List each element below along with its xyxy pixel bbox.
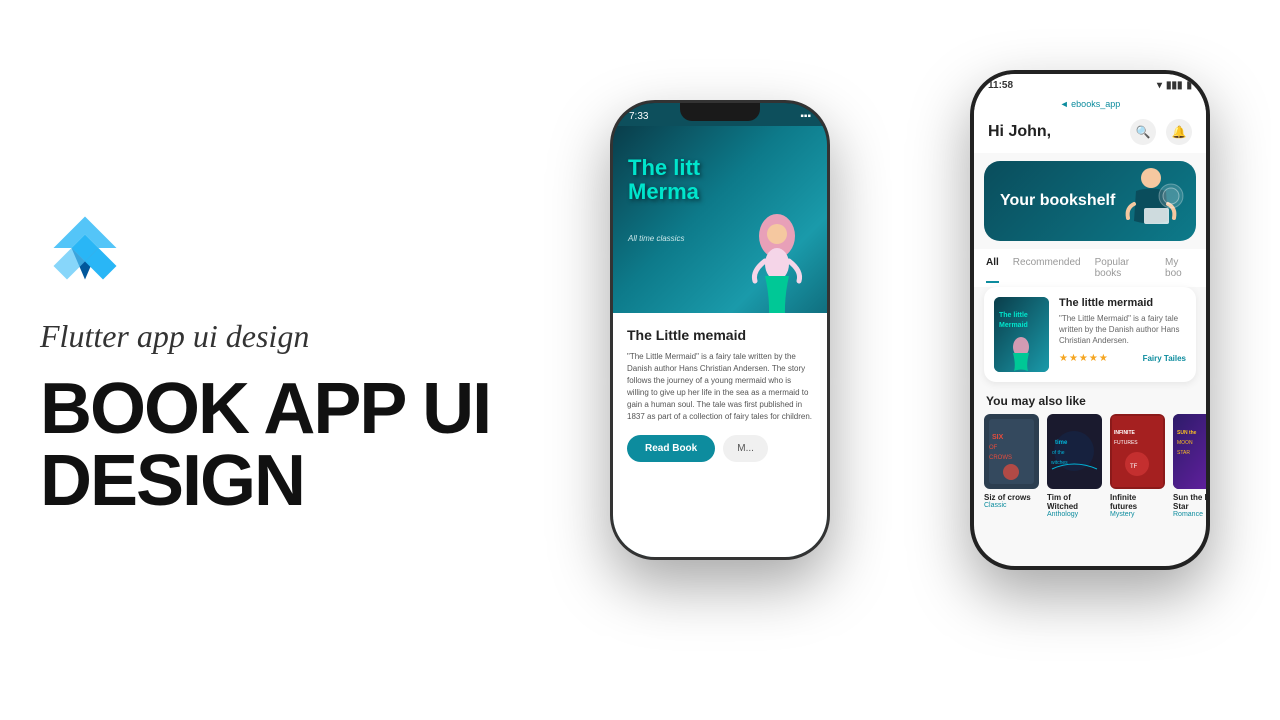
subtitle-text: Flutter app ui design [40, 318, 520, 355]
book-item-title-2: Tim of Witched [1047, 493, 1102, 511]
book-item-genre-4: Romance [1173, 511, 1206, 518]
left-section: Flutter app ui design BOOK APP UI DESIGN [40, 203, 520, 517]
book-card-title: The little mermaid [1059, 297, 1186, 309]
book-item-title-1: Siz of crows [984, 493, 1039, 502]
flutter-logo [40, 203, 520, 308]
also-like-books: SIX OF CROWS Siz of crows Classic [974, 414, 1206, 518]
svg-text:OF: OF [989, 445, 998, 451]
phone-front-status-bar: 11:58 ▾ ▮▮▮ ▮ [974, 74, 1206, 97]
notification-button[interactable]: 🔔 [1166, 119, 1192, 145]
book-detail-desc: "The Little Mermaid" is a fairy tale wri… [627, 351, 813, 423]
book-detail-title: The Little memaid [627, 327, 813, 343]
read-book-button[interactable]: Read Book [627, 435, 715, 462]
more-button[interactable]: M... [723, 435, 768, 462]
tabs-row: All Recommended Popular books My boo [974, 249, 1206, 287]
tab-all[interactable]: All [986, 257, 999, 283]
search-button[interactable]: 🔍 [1130, 119, 1156, 145]
tab-recommended[interactable]: Recommended [1013, 257, 1081, 283]
svg-text:FUTURES: FUTURES [1114, 440, 1138, 446]
home-header: Hi John, 🔍 🔔 [974, 111, 1206, 153]
book-card-desc: "The Little Mermaid" is a fairy tale wri… [1059, 313, 1186, 347]
book-item-genre-1: Classic [984, 502, 1039, 509]
status-icons: ▾ ▮▮▮ ▮ [1157, 80, 1192, 91]
svg-text:The little: The little [999, 312, 1028, 319]
battery-icon: ▮ [1186, 80, 1192, 91]
book-hero-subtitle: All time classics [628, 234, 684, 243]
bookshelf-figure [1116, 166, 1186, 241]
phone-back-notch [680, 103, 760, 121]
featured-book-cover: The little Mermaid [994, 297, 1049, 372]
book-card-meta: ★★★★★ Fairy Tailes [1059, 353, 1186, 364]
phone-back-time: 7:33 [629, 111, 648, 122]
list-item[interactable]: SIX OF CROWS Siz of crows Classic [984, 414, 1039, 518]
phone-front-screen: 11:58 ▾ ▮▮▮ ▮ ◄ ebooks_app Hi John, 🔍 🔔 [974, 74, 1206, 566]
phone-back: 7:33 ▪▪▪ The littMerma All time classics [610, 100, 830, 560]
phone-front: 11:58 ▾ ▮▮▮ ▮ ◄ ebooks_app Hi John, 🔍 🔔 [970, 70, 1210, 570]
svg-text:INFINITE: INFINITE [1114, 430, 1135, 436]
book-stars: ★★★★★ [1059, 353, 1109, 364]
svg-text:CROWS: CROWS [989, 455, 1012, 461]
bookshelf-text: Your bookshelf [1000, 191, 1115, 210]
featured-book-card: The little Mermaid The little mermaid "T… [984, 287, 1196, 382]
book-item-genre-2: Anthology [1047, 511, 1102, 518]
phone-back-status-icons: ▪▪▪ [800, 111, 811, 122]
svg-text:STAR: STAR [1177, 450, 1190, 456]
main-title: BOOK APP UI DESIGN [40, 373, 520, 517]
book-cover-3: INFINITE FUTURES TF [1110, 414, 1165, 489]
title-line1: BOOK APP UI [40, 369, 490, 449]
tab-popular[interactable]: Popular books [1095, 257, 1151, 283]
phones-section: 7:33 ▪▪▪ The littMerma All time classics [560, 20, 1240, 700]
bookshelf-banner[interactable]: Your bookshelf [984, 161, 1196, 241]
tab-my-books[interactable]: My boo [1165, 257, 1194, 283]
phone-back-screen: 7:33 ▪▪▪ The littMerma All time classics [613, 103, 827, 557]
list-item[interactable]: time of the witches Tim of Witched Antho… [1047, 414, 1102, 518]
book-item-title-4: Sun the Moon Star [1173, 493, 1206, 511]
home-greeting: Hi John, [988, 123, 1051, 141]
svg-text:TF: TF [1130, 464, 1138, 470]
svg-text:Mermaid: Mermaid [999, 322, 1028, 329]
book-cover-4: SUN the MOON STAR [1173, 414, 1206, 489]
title-line2: DESIGN [40, 441, 304, 521]
header-icons: 🔍 🔔 [1130, 119, 1192, 145]
book-info: The little mermaid "The Little Mermaid" … [1059, 297, 1186, 372]
also-like-title: You may also like [974, 390, 1206, 414]
app-bar-label: ◄ ebooks_app [974, 97, 1206, 111]
signal-icon: ▮▮▮ [1166, 80, 1183, 91]
list-item[interactable]: INFINITE FUTURES TF Infinite futures Mys… [1110, 414, 1165, 518]
svg-text:SUN the: SUN the [1177, 430, 1197, 436]
svg-text:time: time [1055, 440, 1068, 446]
book-detail-content: The Little memaid "The Little Mermaid" i… [613, 313, 827, 557]
svg-text:of the: of the [1052, 450, 1065, 456]
book-cover-2: time of the witches [1047, 414, 1102, 489]
book-genre: Fairy Tailes [1143, 354, 1186, 363]
book-detail-buttons: Read Book M... [627, 435, 813, 462]
svg-text:SIX: SIX [992, 434, 1004, 441]
list-item[interactable]: SUN the MOON STAR Sun the Moon Star Roma… [1173, 414, 1206, 518]
wifi-icon: ▾ [1157, 80, 1162, 91]
svg-text:MOON: MOON [1177, 440, 1193, 446]
book-hero-title: The littMerma [628, 156, 700, 204]
book-item-title-3: Infinite futures [1110, 493, 1165, 511]
phone-front-time: 11:58 [988, 80, 1013, 91]
book-item-genre-3: Mystery [1110, 511, 1165, 518]
book-cover-1: SIX OF CROWS [984, 414, 1039, 489]
